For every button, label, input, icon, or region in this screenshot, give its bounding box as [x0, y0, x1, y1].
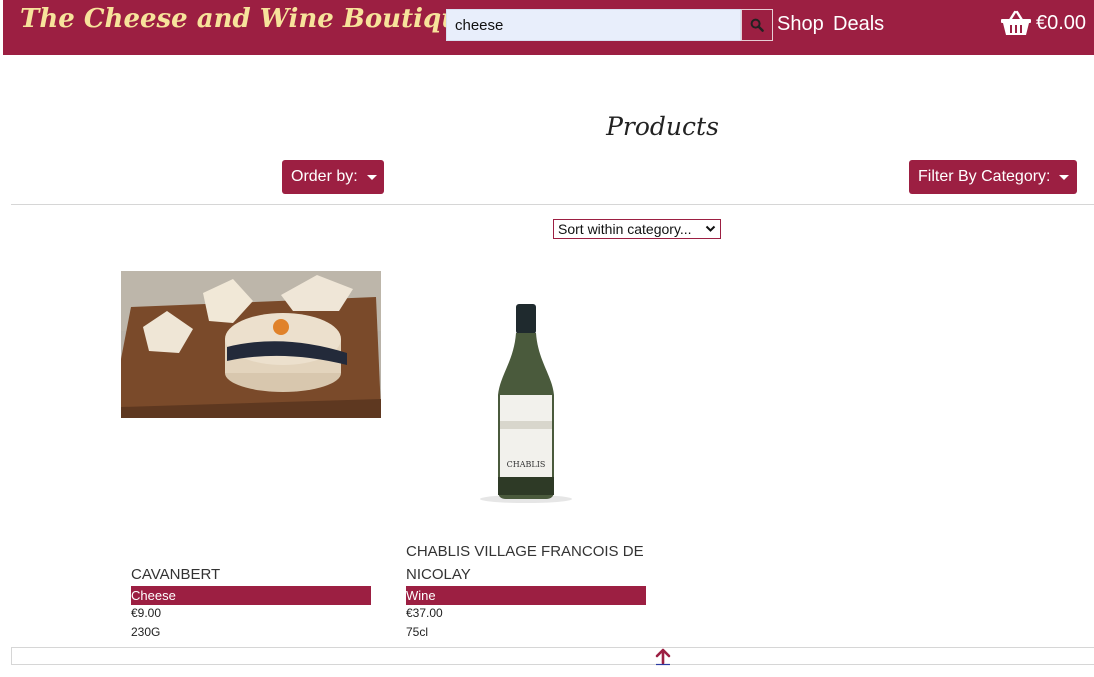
sort-select-value: Sort within category... — [558, 221, 692, 237]
product-price: €37.00 — [406, 606, 443, 620]
top-navbar: The Cheese and Wine Boutique Shop Deals … — [3, 0, 1094, 55]
divider — [11, 204, 1094, 205]
wine-product-image[interactable]: CHABLIS — [396, 271, 656, 507]
product-category-badge[interactable]: Wine — [406, 586, 646, 605]
product-name-line-2[interactable]: NICOLAY — [406, 563, 656, 586]
product-name-line-1[interactable]: CHABLIS VILLAGE FRANCOIS DE — [406, 540, 656, 563]
search-button[interactable] — [741, 9, 773, 41]
back-to-top-bar — [11, 647, 1094, 665]
basket-total: €0.00 — [1036, 11, 1087, 34]
product-card: CHABLIS CHABLIS VILLAGE FRANCOIS DE NICO… — [396, 271, 656, 639]
site-logo[interactable]: The Cheese and Wine Boutique — [20, 4, 477, 34]
page-title: Products — [606, 112, 719, 141]
sort-within-category-select[interactable]: Sort within category... — [553, 219, 721, 239]
product-size: 230G — [131, 625, 161, 639]
search-form — [446, 9, 773, 41]
basket-icon — [1001, 10, 1031, 35]
basket-link[interactable]: €0.00 — [1000, 10, 1086, 36]
nav-shop-link[interactable]: Shop — [777, 13, 824, 36]
search-icon — [750, 18, 764, 32]
caret-down-icon — [1059, 174, 1070, 180]
cheese-product-image[interactable] — [121, 271, 381, 418]
caret-down-icon — [366, 174, 377, 180]
product-size: 75cl — [406, 625, 429, 639]
filter-category-label: Filter By Category: — [918, 168, 1051, 185]
order-by-dropdown[interactable]: Order by: — [282, 160, 384, 194]
order-by-label: Order by: — [291, 168, 358, 185]
product-price: €9.00 — [131, 606, 162, 620]
product-category-badge[interactable]: Cheese — [131, 586, 371, 605]
product-card: CAVANBERT Cheese €9.00 230G — [121, 271, 381, 639]
wine-bottle-label: CHABLIS — [507, 460, 546, 469]
arrow-up-icon[interactable] — [655, 648, 671, 666]
product-name[interactable]: CAVANBERT — [131, 563, 381, 586]
search-input[interactable] — [446, 9, 741, 41]
chevron-down-icon — [705, 225, 716, 232]
filter-category-dropdown[interactable]: Filter By Category: — [909, 160, 1077, 194]
nav-deals-link[interactable]: Deals — [833, 13, 884, 36]
